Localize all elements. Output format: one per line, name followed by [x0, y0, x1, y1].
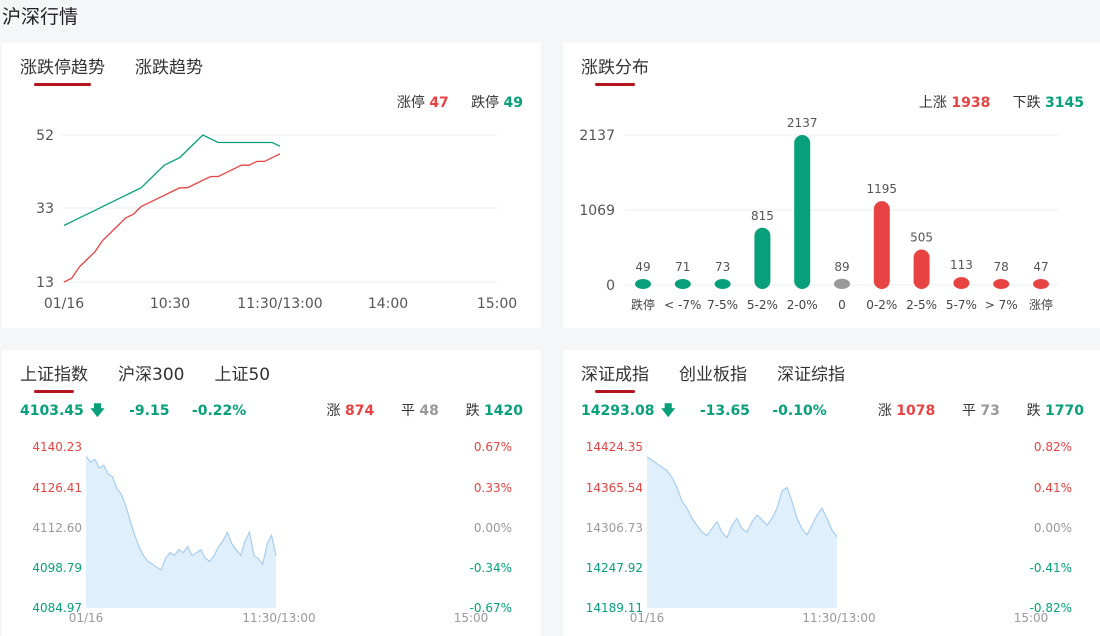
series-line-limit-down — [63, 134, 281, 227]
category-label: 0 — [838, 298, 846, 312]
pct-tick: 0.00% — [474, 521, 512, 535]
bar — [674, 279, 691, 289]
x-tick: 14:00 — [368, 296, 408, 312]
bar-value-label: 73 — [715, 260, 730, 274]
pct-tick: 0.00% — [1034, 521, 1072, 535]
time-tick: 01/16 — [69, 611, 104, 625]
limit-trend-panel: 涨跌停趋势 涨跌趋势 涨停 47 跌停 49 52 33 13 01/16 10… — [2, 43, 541, 328]
pct-tick: 0.41% — [1034, 481, 1072, 495]
category-label: > 7% — [985, 298, 1018, 312]
category-label: 跌停 — [631, 297, 655, 312]
shanghai-intraday-chart: 4140.23 4126.41 4112.60 4098.79 4084.97 … — [32, 440, 512, 625]
category-label: 2-5% — [906, 298, 937, 312]
y-tick: 2137 — [579, 128, 615, 144]
y-tick: 52 — [36, 128, 54, 144]
time-tick: 15:00 — [1014, 611, 1049, 625]
bar — [714, 279, 731, 289]
bar-value-label: 113 — [950, 258, 973, 272]
bar-value-label: 49 — [635, 260, 650, 274]
category-label: 0-2% — [866, 298, 897, 312]
bar-value-label: 505 — [910, 231, 933, 245]
shanghai-index-panel: 上证指数 沪深300 上证50 4103.45 🡇 -9.15 -0.22% 涨… — [2, 350, 541, 636]
category-label: 2-0% — [787, 298, 818, 312]
pct-tick: -0.41% — [1030, 561, 1072, 575]
bar-value-label: 89 — [834, 260, 849, 274]
x-tick: 15:00 — [477, 296, 517, 312]
price-tick: 14424.35 — [586, 440, 643, 454]
category-label: 5-7% — [946, 298, 977, 312]
y-tick: 0 — [606, 278, 615, 294]
bar — [913, 249, 930, 289]
category-label: 7-5% — [707, 298, 738, 312]
series-line-limit-up — [63, 153, 281, 283]
shenzhen-index-panel: 深证成指 创业板指 深证综指 14293.08 🡇 -13.65 -0.10% … — [563, 350, 1100, 636]
time-tick: 01/16 — [630, 611, 665, 625]
shenzhen-intraday-chart: 14424.35 14365.54 14306.73 14247.92 1418… — [586, 440, 1072, 625]
price-tick: 14247.92 — [586, 561, 643, 575]
bar-value-label: 2137 — [787, 116, 818, 130]
bar — [834, 278, 850, 289]
x-tick: 01/16 — [44, 296, 84, 312]
bar-value-label: 815 — [751, 209, 774, 223]
x-tick: 10:30 — [150, 296, 190, 312]
bar — [754, 227, 771, 289]
price-tick: 4126.41 — [32, 481, 82, 495]
bar-value-label: 47 — [1033, 260, 1048, 274]
pct-tick: 0.33% — [474, 481, 512, 495]
limit-trend-chart: 52 33 13 01/16 10:30 11:30/13:00 14:00 1… — [36, 128, 517, 312]
distribution-panel: 涨跌分布 上涨 1938 下跌 3145 2137 1069 0 49 跌停 71 <… — [563, 43, 1100, 328]
bar-value-label: 71 — [675, 260, 690, 274]
price-tick: 14306.73 — [586, 521, 643, 535]
bar-value-label: 78 — [994, 260, 1009, 274]
page-title: 沪深行情 — [2, 6, 79, 28]
pct-tick: -0.34% — [470, 561, 512, 575]
bar — [873, 201, 890, 289]
distribution-chart: 2137 1069 0 49 跌停 71 < -7% 73 7-5% 815 5-2% 2137… — [579, 116, 1058, 312]
pct-tick: 0.82% — [1034, 440, 1072, 454]
category-label: < -7% — [664, 298, 701, 312]
time-tick: 15:00 — [454, 611, 489, 625]
price-tick: 4098.79 — [32, 561, 82, 575]
price-tick: 4112.60 — [32, 521, 82, 535]
y-tick: 33 — [36, 201, 54, 217]
time-tick: 11:30/13:00 — [242, 611, 315, 625]
pct-tick: 0.67% — [474, 440, 512, 454]
bar — [953, 277, 970, 289]
bar — [635, 279, 651, 289]
y-tick: 1069 — [579, 203, 615, 219]
category-label: 涨停 — [1029, 297, 1053, 312]
bar — [993, 279, 1010, 289]
bar — [794, 135, 811, 289]
bar-value-label: 1195 — [867, 182, 898, 196]
time-tick: 11:30/13:00 — [802, 611, 875, 625]
category-label: 5-2% — [747, 298, 778, 312]
price-tick: 4140.23 — [32, 440, 82, 454]
y-tick: 13 — [36, 275, 54, 291]
price-tick: 14365.54 — [586, 481, 643, 495]
x-tick: 11:30/13:00 — [237, 296, 322, 312]
price-area — [86, 456, 276, 608]
bar — [1033, 279, 1049, 289]
